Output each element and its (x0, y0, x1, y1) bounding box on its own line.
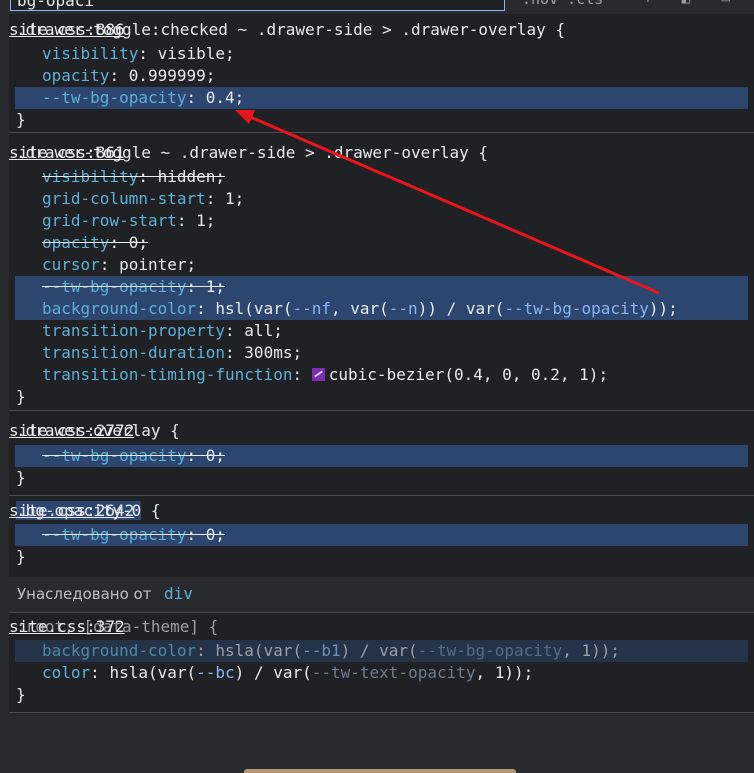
styles-filter-toolbar: bg-opaci :hov .cls + ◧ ▭ (0, 0, 754, 14)
annotation-arrow (235, 110, 660, 295)
annotation-arrow-line (247, 114, 660, 295)
annotation-arrowhead (235, 110, 255, 124)
left-gutter (0, 14, 9, 773)
filter-input[interactable]: bg-opaci (10, 0, 505, 11)
styles-pane: .drawer-toggle:checked ~ .drawer-side > … (9, 14, 754, 773)
sidebar-toggle-icon[interactable]: ▭ (718, 0, 734, 6)
computed-toggle-icon[interactable]: ◧ (678, 0, 694, 6)
hov-cls-toggle[interactable]: :hov .cls (522, 0, 603, 8)
new-style-rule-icon[interactable]: + (640, 0, 656, 6)
